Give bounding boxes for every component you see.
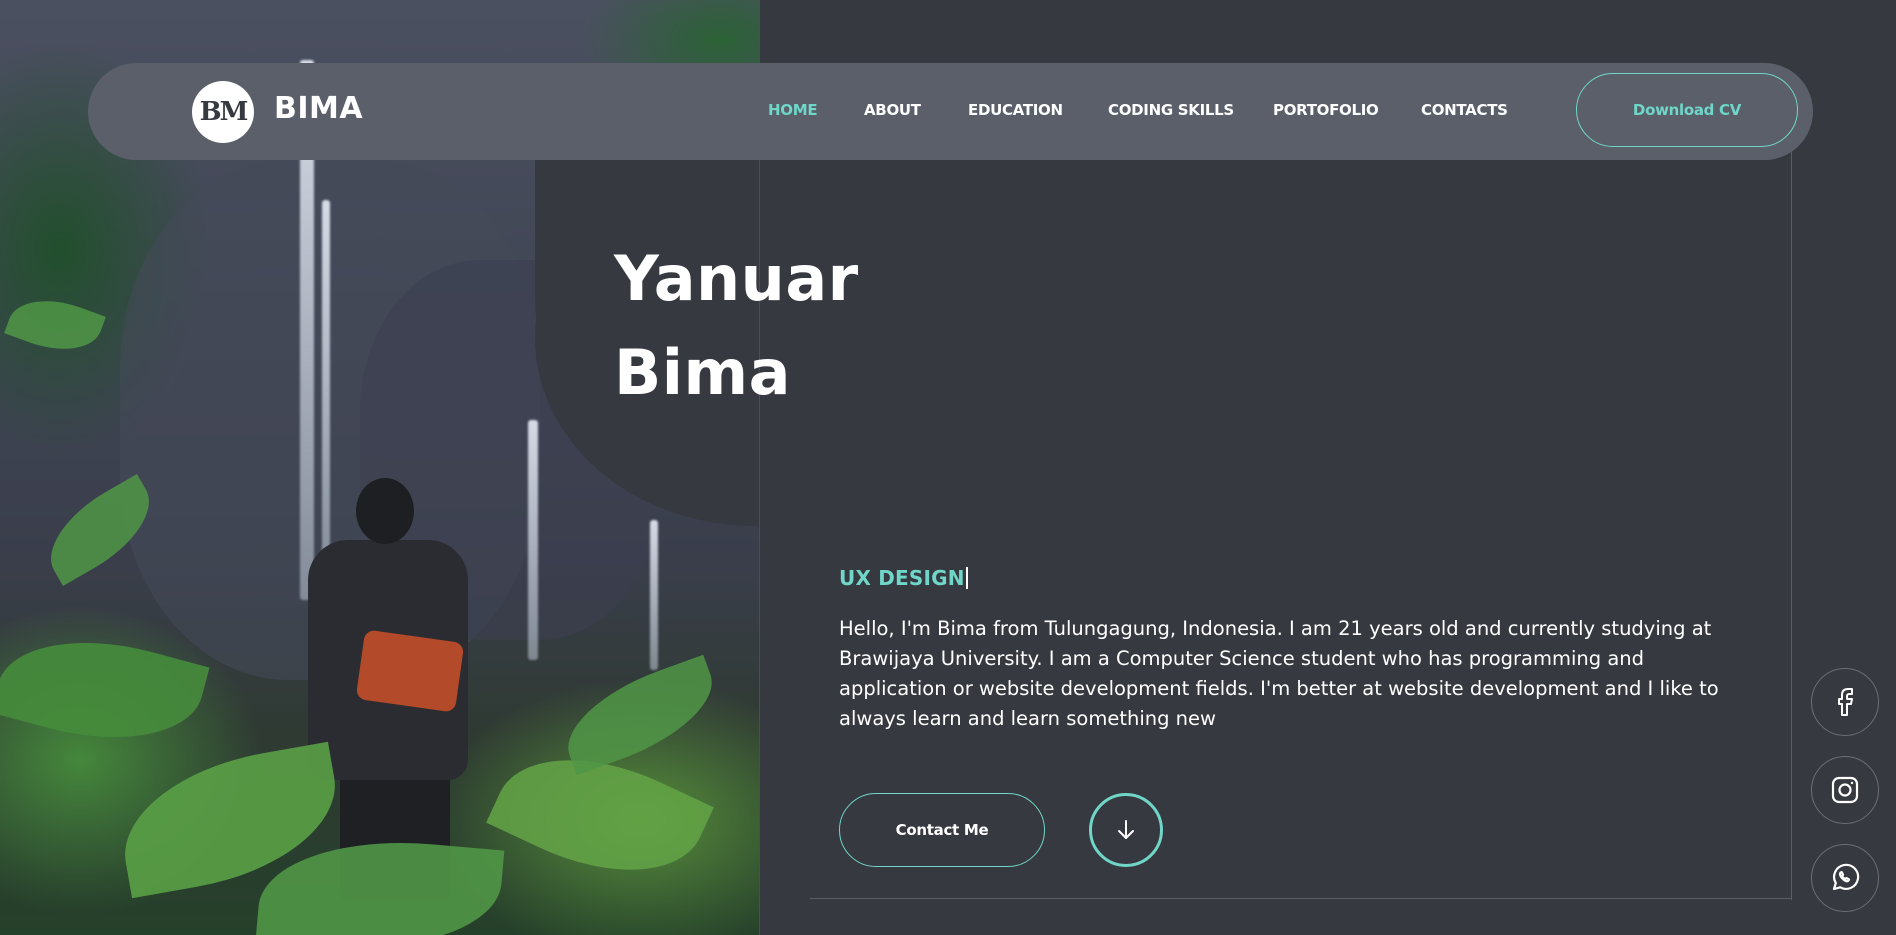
scroll-down-button[interactable] [1089, 793, 1163, 867]
divider [810, 898, 1792, 899]
page: BM BIMA HOME ABOUT EDUCATION CODING SKIL… [0, 0, 1896, 935]
contact-me-button[interactable]: Contact Me [839, 793, 1045, 867]
hero-last-name: Bima [614, 336, 791, 409]
navbar: BM BIMA HOME ABOUT EDUCATION CODING SKIL… [88, 63, 1813, 160]
instagram-icon [1831, 776, 1859, 804]
nav-item-portofolio[interactable]: PORTOFOLIO [1273, 101, 1379, 119]
person-head [356, 478, 414, 544]
role-text: UX DESIGN [839, 566, 965, 590]
nav-item-education[interactable]: EDUCATION [968, 101, 1063, 119]
waterfall [650, 520, 658, 670]
nav-item-home[interactable]: HOME [768, 101, 818, 119]
leaf [4, 286, 106, 364]
instagram-button[interactable] [1811, 756, 1879, 824]
nav-item-about[interactable]: ABOUT [864, 101, 921, 119]
waterfall [528, 420, 538, 660]
arrow-down-icon [1118, 820, 1134, 839]
divider [1791, 150, 1792, 900]
leaf [0, 615, 210, 765]
whatsapp-icon [1832, 863, 1860, 891]
download-cv-button[interactable]: Download CV [1576, 73, 1798, 147]
person-jacket [355, 629, 465, 713]
whatsapp-button[interactable] [1811, 844, 1879, 912]
intro-text: Hello, I'm Bima from Tulungagung, Indone… [839, 617, 1719, 730]
facebook-icon [1838, 688, 1853, 716]
nav-item-contacts[interactable]: CONTACTS [1421, 101, 1508, 119]
typing-cursor [965, 567, 968, 589]
leaf [552, 654, 728, 776]
nav-item-coding-skills[interactable]: CODING SKILLS [1108, 101, 1234, 119]
hero-name: Yanuar Bima [614, 232, 859, 420]
nav-links: HOME ABOUT EDUCATION CODING SKILLS PORTO… [88, 63, 1813, 160]
waterfall [322, 200, 330, 580]
hero-first-name: Yanuar [614, 242, 859, 315]
facebook-button[interactable] [1811, 668, 1879, 736]
role-title: UX DESIGN [839, 566, 968, 590]
